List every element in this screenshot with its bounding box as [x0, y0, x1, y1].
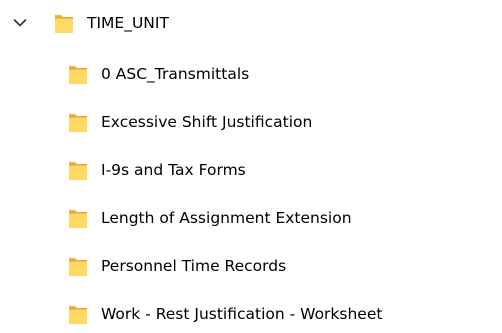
tree-item-label: TIME_UNIT [87, 14, 169, 32]
tree-item-time-unit[interactable]: TIME_UNIT [10, 8, 169, 38]
folder-icon [54, 12, 74, 34]
tree-item-i9s-and-tax-forms[interactable]: I-9s and Tax Forms [68, 155, 246, 185]
tree-item-label: I-9s and Tax Forms [101, 161, 246, 179]
chevron-down-icon[interactable] [10, 13, 30, 33]
tree-item-0-asc-transmittals[interactable]: 0 ASC_Transmittals [68, 59, 249, 89]
tree-item-work-rest-justification-worksheet[interactable]: Work - Rest Justification - Worksheet [68, 299, 382, 329]
tree-item-label: Work - Rest Justification - Worksheet [101, 305, 383, 323]
tree-item-excessive-shift-justification[interactable]: Excessive Shift Justification [68, 107, 312, 137]
folder-icon [68, 63, 88, 85]
folder-icon [68, 111, 88, 133]
tree-item-label: Excessive Shift Justification [101, 113, 313, 131]
folder-icon [68, 207, 88, 229]
folder-icon [68, 255, 88, 277]
folder-tree: TIME_UNIT 0 ASC_Transmittals Excessive S… [0, 0, 502, 333]
folder-icon [68, 303, 88, 325]
tree-item-length-of-assignment-extension[interactable]: Length of Assignment Extension [68, 203, 352, 233]
folder-icon [68, 159, 88, 181]
tree-item-label: Length of Assignment Extension [101, 209, 352, 227]
tree-item-label: Personnel Time Records [101, 257, 287, 275]
tree-item-personnel-time-records[interactable]: Personnel Time Records [68, 251, 286, 281]
tree-item-label: 0 ASC_Transmittals [101, 65, 250, 83]
